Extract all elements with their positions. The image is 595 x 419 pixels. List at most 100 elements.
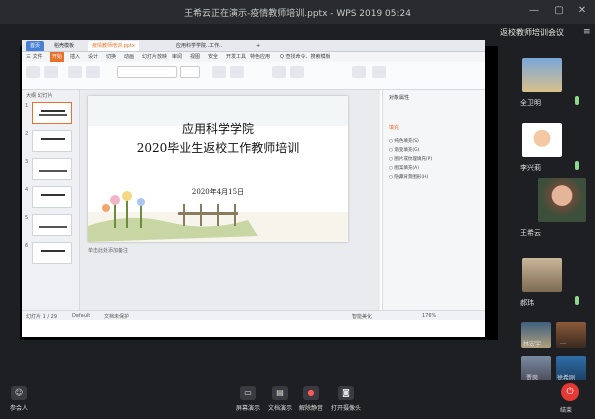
screen-share-button[interactable]: ▭ 屏幕演示 xyxy=(236,386,260,416)
unmute-label: 解除静音 xyxy=(299,405,324,412)
paste-icon[interactable] xyxy=(26,66,40,78)
menu-features[interactable]: 特色应用 xyxy=(250,52,270,62)
participant-tile[interactable]: 全卫明 xyxy=(518,58,590,113)
menu-review[interactable]: 审阅 xyxy=(172,52,182,62)
camera-button[interactable]: ◙ 打开摄像头 xyxy=(331,386,361,416)
menu-home[interactable]: 开始 xyxy=(50,52,65,62)
align-icon[interactable] xyxy=(212,66,226,78)
slide-title: 应用科学学院 xyxy=(181,122,254,136)
search-command[interactable]: Q 查找命令、搜索模板 xyxy=(280,52,331,62)
people-icon: ☺ xyxy=(11,386,27,400)
camera-icon: ◙ xyxy=(338,386,354,400)
font-select[interactable] xyxy=(117,66,177,78)
menu-slideshow[interactable]: 幻灯片放映 xyxy=(142,52,167,62)
tab-docer[interactable]: 稻壳模板 xyxy=(50,41,78,51)
participant-video xyxy=(522,258,562,292)
participant-tile[interactable]: 王希云 xyxy=(518,178,590,243)
menu-design[interactable]: 设计 xyxy=(88,52,98,62)
window-title: 王希云正在演示-疫情教师培训.pptx - WPS 2019 05:24 xyxy=(184,9,411,19)
participant-name: 全卫明 xyxy=(520,99,541,107)
minimize-icon[interactable]: — xyxy=(527,4,541,18)
mic-muted-icon: ● xyxy=(303,386,319,400)
thumb-number: 1 xyxy=(25,103,29,109)
slide-thumbnail[interactable]: 6 xyxy=(25,242,72,264)
screen-share-label: 屏幕演示 xyxy=(236,405,261,412)
tab-home[interactable]: 首页 xyxy=(26,41,45,51)
replace-icon[interactable] xyxy=(352,66,366,78)
participant-tile[interactable]: 李兴莉 xyxy=(518,123,590,178)
menu-animation[interactable]: 动画 xyxy=(124,52,134,62)
tab-other-doc[interactable]: 应用科学学院..工作.. xyxy=(172,41,226,51)
properties-panel: 对象属性 填充 纯色填充(S) 渐变填充(G) 图片或纹理填充(P) 图案填充(… xyxy=(382,90,485,310)
zoom-level[interactable]: 176% xyxy=(422,313,436,319)
screen-icon: ▭ xyxy=(240,386,256,400)
maximize-icon[interactable]: ▢ xyxy=(552,4,566,18)
props-title: 对象属性 xyxy=(389,95,410,101)
fill-option[interactable]: 图案填充(A) xyxy=(389,165,419,171)
fill-section[interactable]: 填充 xyxy=(389,124,399,131)
folder-icon: ▤ xyxy=(272,386,288,400)
menu-view[interactable]: 视图 xyxy=(190,52,200,62)
participant-name: 郝玮 xyxy=(520,299,534,307)
slide-thumbnail[interactable]: 2 xyxy=(25,130,72,152)
list-icon[interactable] xyxy=(230,66,244,78)
slide-thumbnail[interactable]: 5 xyxy=(25,214,72,236)
menu-icon[interactable]: ≡ xyxy=(583,27,591,37)
slide-editor: 应用科学学院 2020毕业生返校工作教师培训 2020年4月15日 单击此处添加… xyxy=(80,90,380,310)
theme-name: Default xyxy=(72,313,91,319)
panel-tabs[interactable]: 大纲 幻灯片 xyxy=(26,92,53,99)
thumb-line xyxy=(39,114,67,116)
wps-statusbar: 幻灯片 1 / 29 Default 文档未保护 智能美化 176% xyxy=(22,310,485,320)
font-size-select[interactable] xyxy=(180,66,200,78)
participant-name: 王希云 xyxy=(520,229,541,237)
slide-thumbnail[interactable]: 3 xyxy=(25,158,72,180)
fill-option[interactable]: 图片或纹理填充(P) xyxy=(389,156,432,162)
wps-tabbar: 首页 稻壳模板 疫情教师培训.pptx 应用科学学院..工作.. + xyxy=(22,40,485,52)
menu-insert[interactable]: 插入 xyxy=(70,52,80,62)
shape-icon[interactable] xyxy=(290,66,304,78)
mini-participant-name: 林宏宇 xyxy=(523,341,542,348)
new-tab-button[interactable]: + xyxy=(252,41,264,51)
tab-pptx[interactable]: 疫情教师培训.pptx xyxy=(88,41,139,51)
wps-menubar: 三 文件 开始 插入 设计 切换 动画 幻灯片放映 审阅 视图 安全 开发工具 … xyxy=(22,52,485,62)
slide-thumbnail[interactable]: 4 xyxy=(25,186,72,208)
thumb-line xyxy=(41,194,65,196)
menu-file[interactable]: 三 文件 xyxy=(26,52,43,62)
end-meeting-label: 结束 xyxy=(560,407,573,414)
close-icon[interactable]: ✕ xyxy=(575,4,589,18)
menu-developer[interactable]: 开发工具 xyxy=(226,52,246,62)
thumb-number: 5 xyxy=(25,215,29,221)
fill-option[interactable]: 渐变填充(G) xyxy=(389,147,419,153)
window-titlebar: 王希云正在演示-疫情教师培训.pptx - WPS 2019 05:24 — ▢… xyxy=(0,0,595,24)
participants-button[interactable]: ☺ 参会人 xyxy=(10,386,28,416)
end-meeting-button[interactable]: ⏻ xyxy=(561,383,579,401)
thumb-line xyxy=(41,250,65,252)
slides-panel: 大纲 幻灯片 1 2 3 4 5 6 xyxy=(22,90,80,310)
doc-share-label: 文档演示 xyxy=(268,405,293,412)
smart-beautify[interactable]: 智能美化 xyxy=(352,313,372,320)
format-painter-icon[interactable] xyxy=(44,66,58,78)
thumb-number: 2 xyxy=(25,131,29,137)
participant-tile[interactable]: 郝玮 xyxy=(518,258,590,313)
participant-name: 李兴莉 xyxy=(520,164,541,172)
protection-status[interactable]: 文档未保护 xyxy=(104,313,129,320)
current-slide[interactable]: 应用科学学院 2020毕业生返校工作教师培训 2020年4月15日 xyxy=(88,96,348,242)
notes-field[interactable]: 单击此处添加备注 xyxy=(88,247,368,255)
unmute-button[interactable]: ● 解除静音 xyxy=(299,386,323,416)
participants-label: 参会人 xyxy=(10,405,29,412)
thumb-number: 4 xyxy=(25,187,29,193)
mic-icon xyxy=(575,296,579,305)
select-icon[interactable] xyxy=(372,66,386,78)
new-slide-icon[interactable] xyxy=(68,66,82,78)
slide-thumbnail[interactable]: 1 xyxy=(25,102,72,124)
layout-icon[interactable] xyxy=(86,66,100,78)
textbox-icon[interactable] xyxy=(272,66,286,78)
fill-option[interactable]: 纯色填充(S) xyxy=(389,138,418,144)
menu-security[interactable]: 安全 xyxy=(208,52,218,62)
fill-option[interactable]: 隐藏背景图形(H) xyxy=(389,174,428,180)
wps-ribbon xyxy=(22,62,485,90)
doc-share-button[interactable]: ▤ 文档演示 xyxy=(268,386,292,416)
menu-transition[interactable]: 切换 xyxy=(106,52,116,62)
thumb-line xyxy=(41,110,65,112)
participant-video xyxy=(522,58,562,92)
